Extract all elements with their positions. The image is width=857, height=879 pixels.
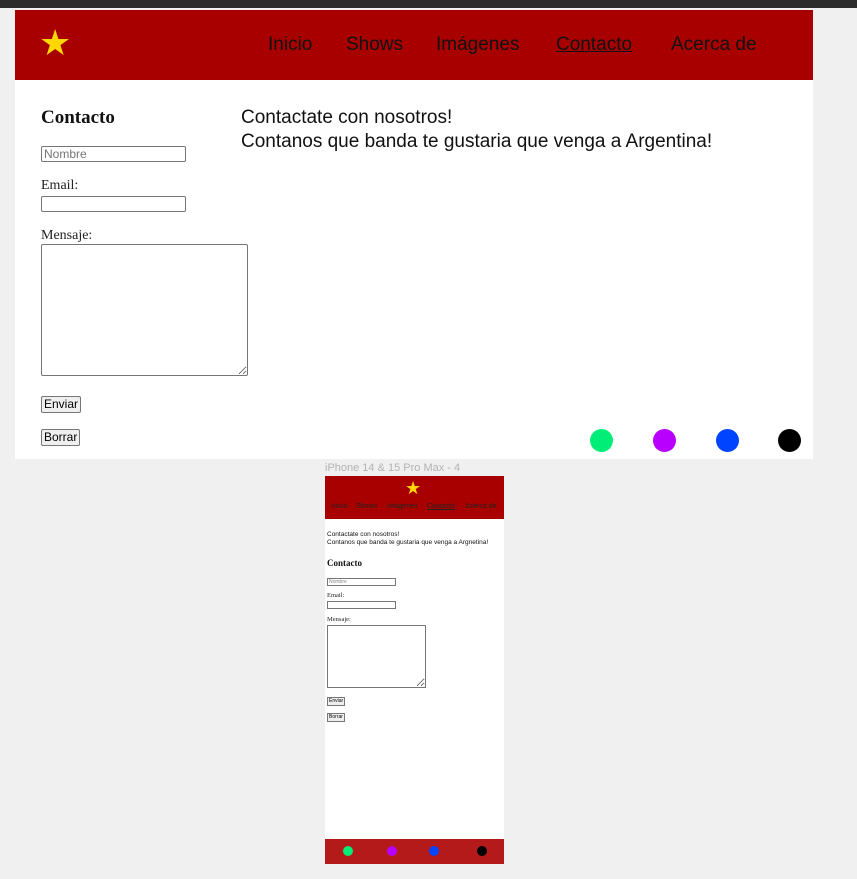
mobile-nav-shows[interactable]: Shows [356,503,377,510]
mobile-intro-line-2: Contanos que banda te gustaria que venga… [327,539,489,546]
nav-shows[interactable]: Shows [346,34,403,56]
mobile-intro-line-1: Contactate con nosotros! [327,531,400,538]
reset-button[interactable]: Borrar [41,429,81,446]
email-input[interactable] [41,196,186,212]
mobile-name-input[interactable] [327,578,396,586]
intro-line-2: Contanos que banda te gustaria que venga… [241,131,713,152]
form-title: Contacto [41,107,115,128]
nav-inicio[interactable]: Inicio [268,34,312,56]
email-label: Email: [41,178,79,193]
mobile-dot-blue [429,846,439,856]
mobile-message-textarea[interactable] [327,625,426,688]
mobile-email-input[interactable] [327,601,396,609]
mobile-nav-contacto[interactable]: Contacto [427,503,455,510]
mobile-nav-inicio[interactable]: Inicio [331,503,347,510]
name-input[interactable] [41,146,186,162]
nav-acerca-de[interactable]: Acerca de [671,34,757,56]
mobile-dot-black [477,846,487,856]
mobile-frame-label: iPhone 14 & 15 Pro Max - 4 [325,462,461,474]
site-header: ★ Inicio Shows Imágenes Contacto Acerca … [15,10,813,80]
mobile-form-title: Contacto [327,558,362,568]
intro-text: Contactate con nosotros! Contanos que ba… [241,106,712,154]
mobile-star-icon[interactable]: ★ [405,480,421,498]
mobile-message-label: Mensaje: [327,616,351,623]
mobile-footer [325,839,504,864]
mobile-nav-imagenes[interactable]: Imágenes [387,503,418,510]
color-dot-green [590,429,613,452]
mobile-dot-green [343,846,353,856]
mobile-nav-acerca-de[interactable]: Acerca de [465,503,497,510]
desktop-frame: ★ Inicio Shows Imágenes Contacto Acerca … [15,10,813,459]
mobile-submit-button[interactable]: Enviar [327,697,346,706]
nav-imagenes[interactable]: Imágenes [436,34,519,56]
intro-line-1: Contactate con nosotros! [241,107,453,128]
color-dot-black [778,429,801,452]
mobile-email-label: Email: [327,592,345,599]
window-top-bar [0,0,857,8]
mobile-reset-button[interactable]: Borrar [327,713,345,722]
message-label: Mensaje: [41,228,93,243]
color-dot-blue [716,429,739,452]
mobile-header: ★ Inicio Shows Imágenes Contacto Acerca … [325,476,504,519]
mobile-intro-text: Contactate con nosotros! Contanos que ba… [327,531,488,547]
mobile-dot-purple [387,846,397,856]
star-icon[interactable]: ★ [39,26,71,62]
message-textarea[interactable] [41,244,248,376]
nav-contacto[interactable]: Contacto [556,34,632,56]
color-dot-purple [653,429,676,452]
submit-button[interactable]: Enviar [41,396,82,413]
mobile-frame: ★ Inicio Shows Imágenes Contacto Acerca … [325,476,504,864]
